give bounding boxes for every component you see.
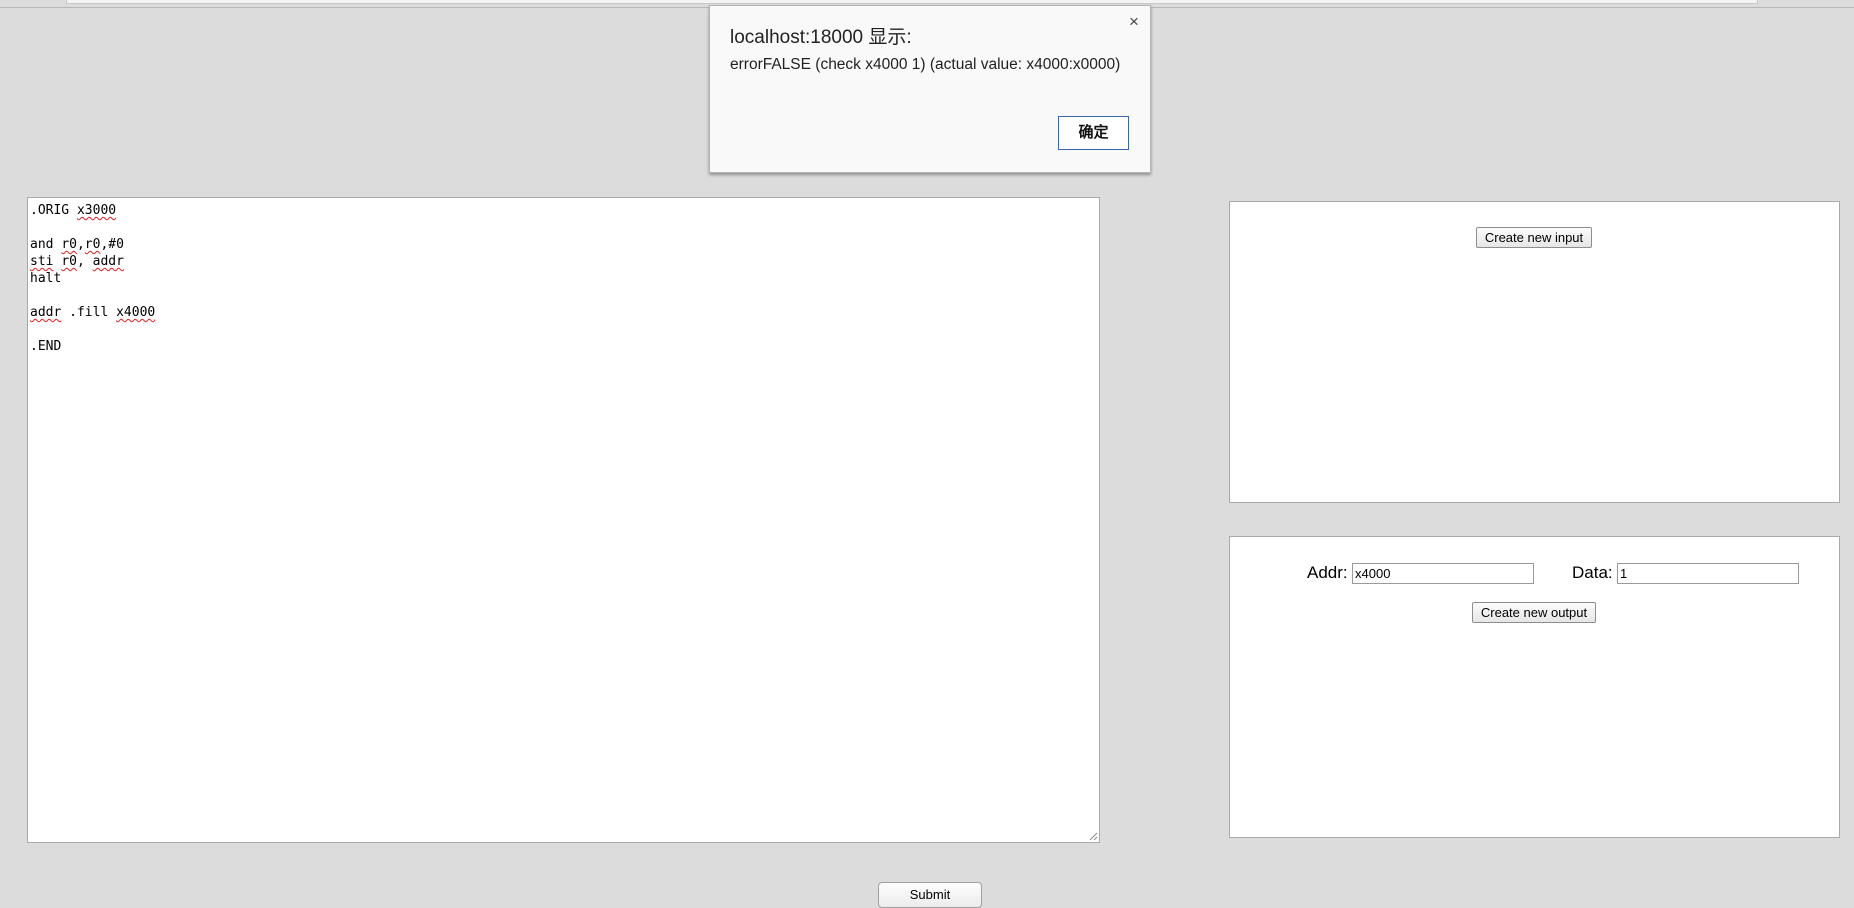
code-line: .ORIG x3000 bbox=[30, 202, 1097, 219]
code-token-spellcheck: addr bbox=[92, 254, 124, 269]
code-token-spellcheck: r0 bbox=[61, 237, 77, 252]
code-token: , bbox=[76, 254, 93, 269]
input-panel: Create new input bbox=[1229, 201, 1840, 503]
code-token: , bbox=[76, 237, 85, 252]
page-top-bar bbox=[66, 0, 1758, 4]
dialog-title: localhost:18000 显示: bbox=[730, 27, 912, 48]
dialog-message: errorFALSE (check x4000 1) (actual value… bbox=[730, 56, 1121, 73]
code-token: .fill bbox=[61, 305, 117, 320]
code-token-spellcheck: r0 bbox=[61, 254, 77, 269]
code-editor[interactable]: .ORIG x3000 and r0,r0,#0 sti r0, addr halt a… bbox=[27, 197, 1100, 843]
code-token-spellcheck: sti bbox=[30, 254, 54, 269]
addr-label: Addr: bbox=[1307, 563, 1348, 582]
code-token: .END bbox=[30, 339, 62, 354]
code-token-spellcheck: addr bbox=[30, 305, 62, 320]
code-token-spellcheck: x4000 bbox=[116, 305, 156, 320]
resize-handle-icon[interactable] bbox=[1088, 831, 1098, 841]
create-new-input-button[interactable]: Create new input bbox=[1476, 227, 1592, 248]
code-token: halt bbox=[30, 271, 62, 286]
code-line: addr .fill x4000 bbox=[30, 304, 1097, 321]
create-new-output-button[interactable]: Create new output bbox=[1472, 602, 1596, 623]
ok-button[interactable]: 确定 bbox=[1058, 116, 1129, 150]
output-panel: Addr: Data: Create new output bbox=[1229, 536, 1840, 838]
submit-button[interactable]: Submit bbox=[878, 882, 982, 908]
code-token: and bbox=[30, 237, 62, 252]
code-token-spellcheck: r0 bbox=[84, 237, 101, 252]
code-line: and r0,r0,#0 bbox=[30, 236, 1097, 253]
code-line: sti r0, addr bbox=[30, 253, 1097, 270]
code-token: .ORIG bbox=[30, 203, 77, 218]
data-input[interactable] bbox=[1617, 563, 1799, 584]
code-line: halt bbox=[30, 270, 1097, 287]
code-token: ,#0 bbox=[100, 237, 124, 252]
close-icon[interactable]: × bbox=[1126, 13, 1142, 30]
addr-input[interactable] bbox=[1352, 563, 1534, 584]
code-line: .END bbox=[30, 338, 1097, 355]
code-token-spellcheck: x3000 bbox=[76, 203, 117, 218]
alert-dialog: localhost:18000 显示: × errorFALSE (check … bbox=[709, 5, 1151, 173]
data-label: Data: bbox=[1572, 563, 1613, 582]
